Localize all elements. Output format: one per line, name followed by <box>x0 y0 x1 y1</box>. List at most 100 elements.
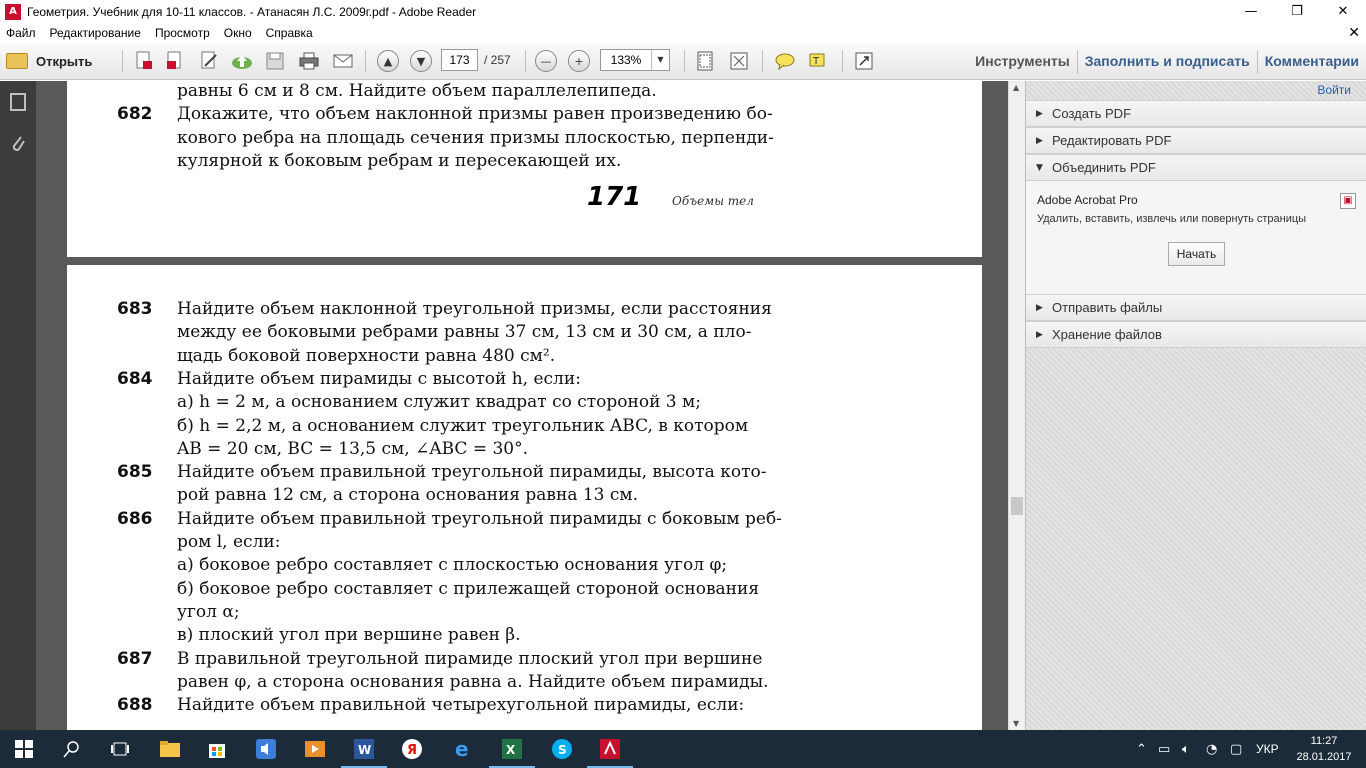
highlight-icon[interactable]: T <box>805 49 831 73</box>
zoom-out-icon[interactable]: — <box>535 50 557 72</box>
clock-time: 11:27 <box>1310 735 1338 747</box>
skype-icon[interactable]: S <box>550 737 574 761</box>
close-button[interactable]: ✕ <box>1320 0 1366 23</box>
page-footer-number: 171 <box>587 182 642 212</box>
menu-file[interactable]: Файл <box>6 26 36 40</box>
toolbar-divider <box>842 50 843 72</box>
task-view-icon[interactable] <box>108 737 132 761</box>
menu-view[interactable]: Просмотр <box>155 26 210 40</box>
text-line: равен φ, а сторона основания равна a. На… <box>177 671 769 692</box>
clock[interactable]: 11:27 28.01.2017 <box>1294 733 1354 765</box>
file-explorer-icon[interactable] <box>158 737 182 761</box>
print-icon[interactable] <box>295 49 323 73</box>
page-thumbnails-icon[interactable] <box>10 93 26 111</box>
upload-icon[interactable] <box>228 49 256 73</box>
toolbar-right-links: Инструменты Заполнить и подписать Коммен… <box>968 43 1366 80</box>
media-player-icon[interactable] <box>303 737 327 761</box>
combine-pdf-section: Adobe Acrobat Pro ▣ Удалить, вставить, и… <box>1026 181 1366 298</box>
panel-store-files[interactable]: ▶ Хранение файлов <box>1026 321 1366 348</box>
tools-link[interactable]: Инструменты <box>968 43 1077 80</box>
text-line: б) боковое ребро составляет с прилежащей… <box>177 578 760 599</box>
search-icon[interactable] <box>60 737 84 761</box>
zoom-select[interactable]: 133% ▼ <box>600 49 670 71</box>
scrollbar-thumb[interactable] <box>1011 497 1023 515</box>
menu-help[interactable]: Справка <box>266 26 313 40</box>
panel-item-label: Редактировать PDF <box>1052 133 1172 148</box>
text-line: между ее боковыми ребрами равны 37 см, 1… <box>177 322 752 343</box>
svg-text:X: X <box>506 743 516 757</box>
email-icon[interactable] <box>329 49 357 73</box>
tools-panel: Войти ▶ Создать PDF ▶ Редактировать PDF … <box>1025 81 1366 730</box>
close-document-icon[interactable]: ✕ <box>1348 24 1360 41</box>
document-view[interactable]: равны 6 см и 8 см. Найдите объем паралле… <box>36 81 1008 730</box>
open-button[interactable]: Открыть <box>6 49 106 73</box>
volume-icon[interactable]: 🔈︎ <box>1182 730 1190 768</box>
problem-number: 688 <box>117 695 153 716</box>
expand-icon[interactable] <box>851 49 877 73</box>
minimize-button[interactable]: — <box>1228 0 1274 23</box>
save-icon[interactable] <box>262 49 288 73</box>
zoom-value: 133% <box>610 53 642 67</box>
scroll-down-icon[interactable]: ▼ <box>1013 719 1019 728</box>
maximize-button[interactable]: ❐ <box>1274 0 1320 23</box>
battery-icon[interactable]: ▭ <box>1158 730 1170 768</box>
acrobat-pro-title: Adobe Acrobat Pro <box>1037 193 1138 207</box>
text-line: кового ребра на площадь сечения призмы п… <box>177 127 774 148</box>
start-button[interactable]: Начать <box>1168 242 1225 266</box>
zoom-in-icon[interactable]: + <box>568 50 590 72</box>
pdf-page: равны 6 см и 8 см. Найдите объем паралле… <box>67 81 982 257</box>
window-title: Геометрия. Учебник для 10-11 классов. - … <box>27 4 477 19</box>
menu-window[interactable]: Окно <box>224 26 252 40</box>
audio-app-icon[interactable] <box>254 737 278 761</box>
adobe-reader-taskbar-icon[interactable] <box>587 737 633 768</box>
acrobat-pro-description: Удалить, вставить, извлечь или повернуть… <box>1037 213 1307 225</box>
vertical-scrollbar[interactable]: ▲ ▼ <box>1008 81 1025 730</box>
panel-item-label: Хранение файлов <box>1052 327 1162 342</box>
svg-text:T: T <box>812 56 820 67</box>
menu-edit[interactable]: Редактирование <box>50 26 141 40</box>
window-controls: — ❐ ✕ <box>1228 0 1366 23</box>
clock-date: 28.01.2017 <box>1296 751 1352 763</box>
fit-page-icon[interactable] <box>692 49 718 73</box>
attachments-icon[interactable] <box>9 133 27 160</box>
show-hidden-icons-icon[interactable]: ⌃ <box>1136 730 1147 768</box>
text-line: в) плоский угол при вершине равен β. <box>177 625 521 646</box>
edit-pdf-icon[interactable] <box>196 49 222 73</box>
panel-item-label: Создать PDF <box>1052 106 1132 121</box>
full-screen-icon[interactable] <box>726 49 752 73</box>
windows-start-icon[interactable] <box>12 737 36 761</box>
export-pdf-icon[interactable] <box>162 49 188 73</box>
text-line: Найдите объем наклонной треугольной приз… <box>177 299 772 319</box>
text-line: AB = 20 см, BC = 13,5 см, ∠ABC = 30°. <box>177 438 529 459</box>
store-icon[interactable] <box>205 737 229 761</box>
fill-sign-link[interactable]: Заполнить и подписать <box>1078 43 1257 80</box>
network-icon[interactable]: ◔ <box>1206 730 1217 768</box>
chevron-down-icon[interactable]: ▼ <box>651 50 669 70</box>
language-indicator[interactable]: УКР <box>1256 730 1279 768</box>
panel-edit-pdf[interactable]: ▶ Редактировать PDF <box>1026 127 1366 154</box>
text-line: кулярной к боковым ребрам и пересекающей… <box>177 150 622 171</box>
text-line: Докажите, что объем наклонной призмы рав… <box>177 104 773 125</box>
previous-page-icon[interactable]: ▲ <box>377 50 399 72</box>
yandex-browser-icon[interactable]: Я <box>400 737 424 761</box>
panel-send-files[interactable]: ▶ Отправить файлы <box>1026 294 1366 321</box>
text-line: угол α; <box>177 601 240 622</box>
notification-icon[interactable]: ▢ <box>1230 730 1242 768</box>
create-pdf-icon[interactable] <box>131 49 157 73</box>
text-line: а) h = 2 м, а основанием служит квадрат … <box>177 392 701 413</box>
scroll-up-icon[interactable]: ▲ <box>1013 83 1019 92</box>
word-icon[interactable]: W <box>341 737 387 768</box>
comment-icon[interactable] <box>772 49 798 73</box>
excel-icon[interactable]: X <box>489 737 535 768</box>
text-line: щадь боковой поверхности равна 480 см². <box>177 345 556 366</box>
svg-text:W: W <box>358 743 371 757</box>
page-number-input[interactable]: 173 <box>441 49 478 71</box>
folder-icon <box>6 53 28 69</box>
login-link[interactable]: Войти <box>1317 83 1351 97</box>
comments-link[interactable]: Комментарии <box>1258 43 1366 80</box>
panel-combine-pdf[interactable]: ▼ Объединить PDF <box>1026 154 1366 181</box>
edge-browser-icon[interactable]: e <box>452 737 476 761</box>
text-line: Найдите объем правильной четырехугольной… <box>177 695 745 716</box>
panel-create-pdf[interactable]: ▶ Создать PDF <box>1026 100 1366 127</box>
next-page-icon[interactable]: ▼ <box>410 50 432 72</box>
